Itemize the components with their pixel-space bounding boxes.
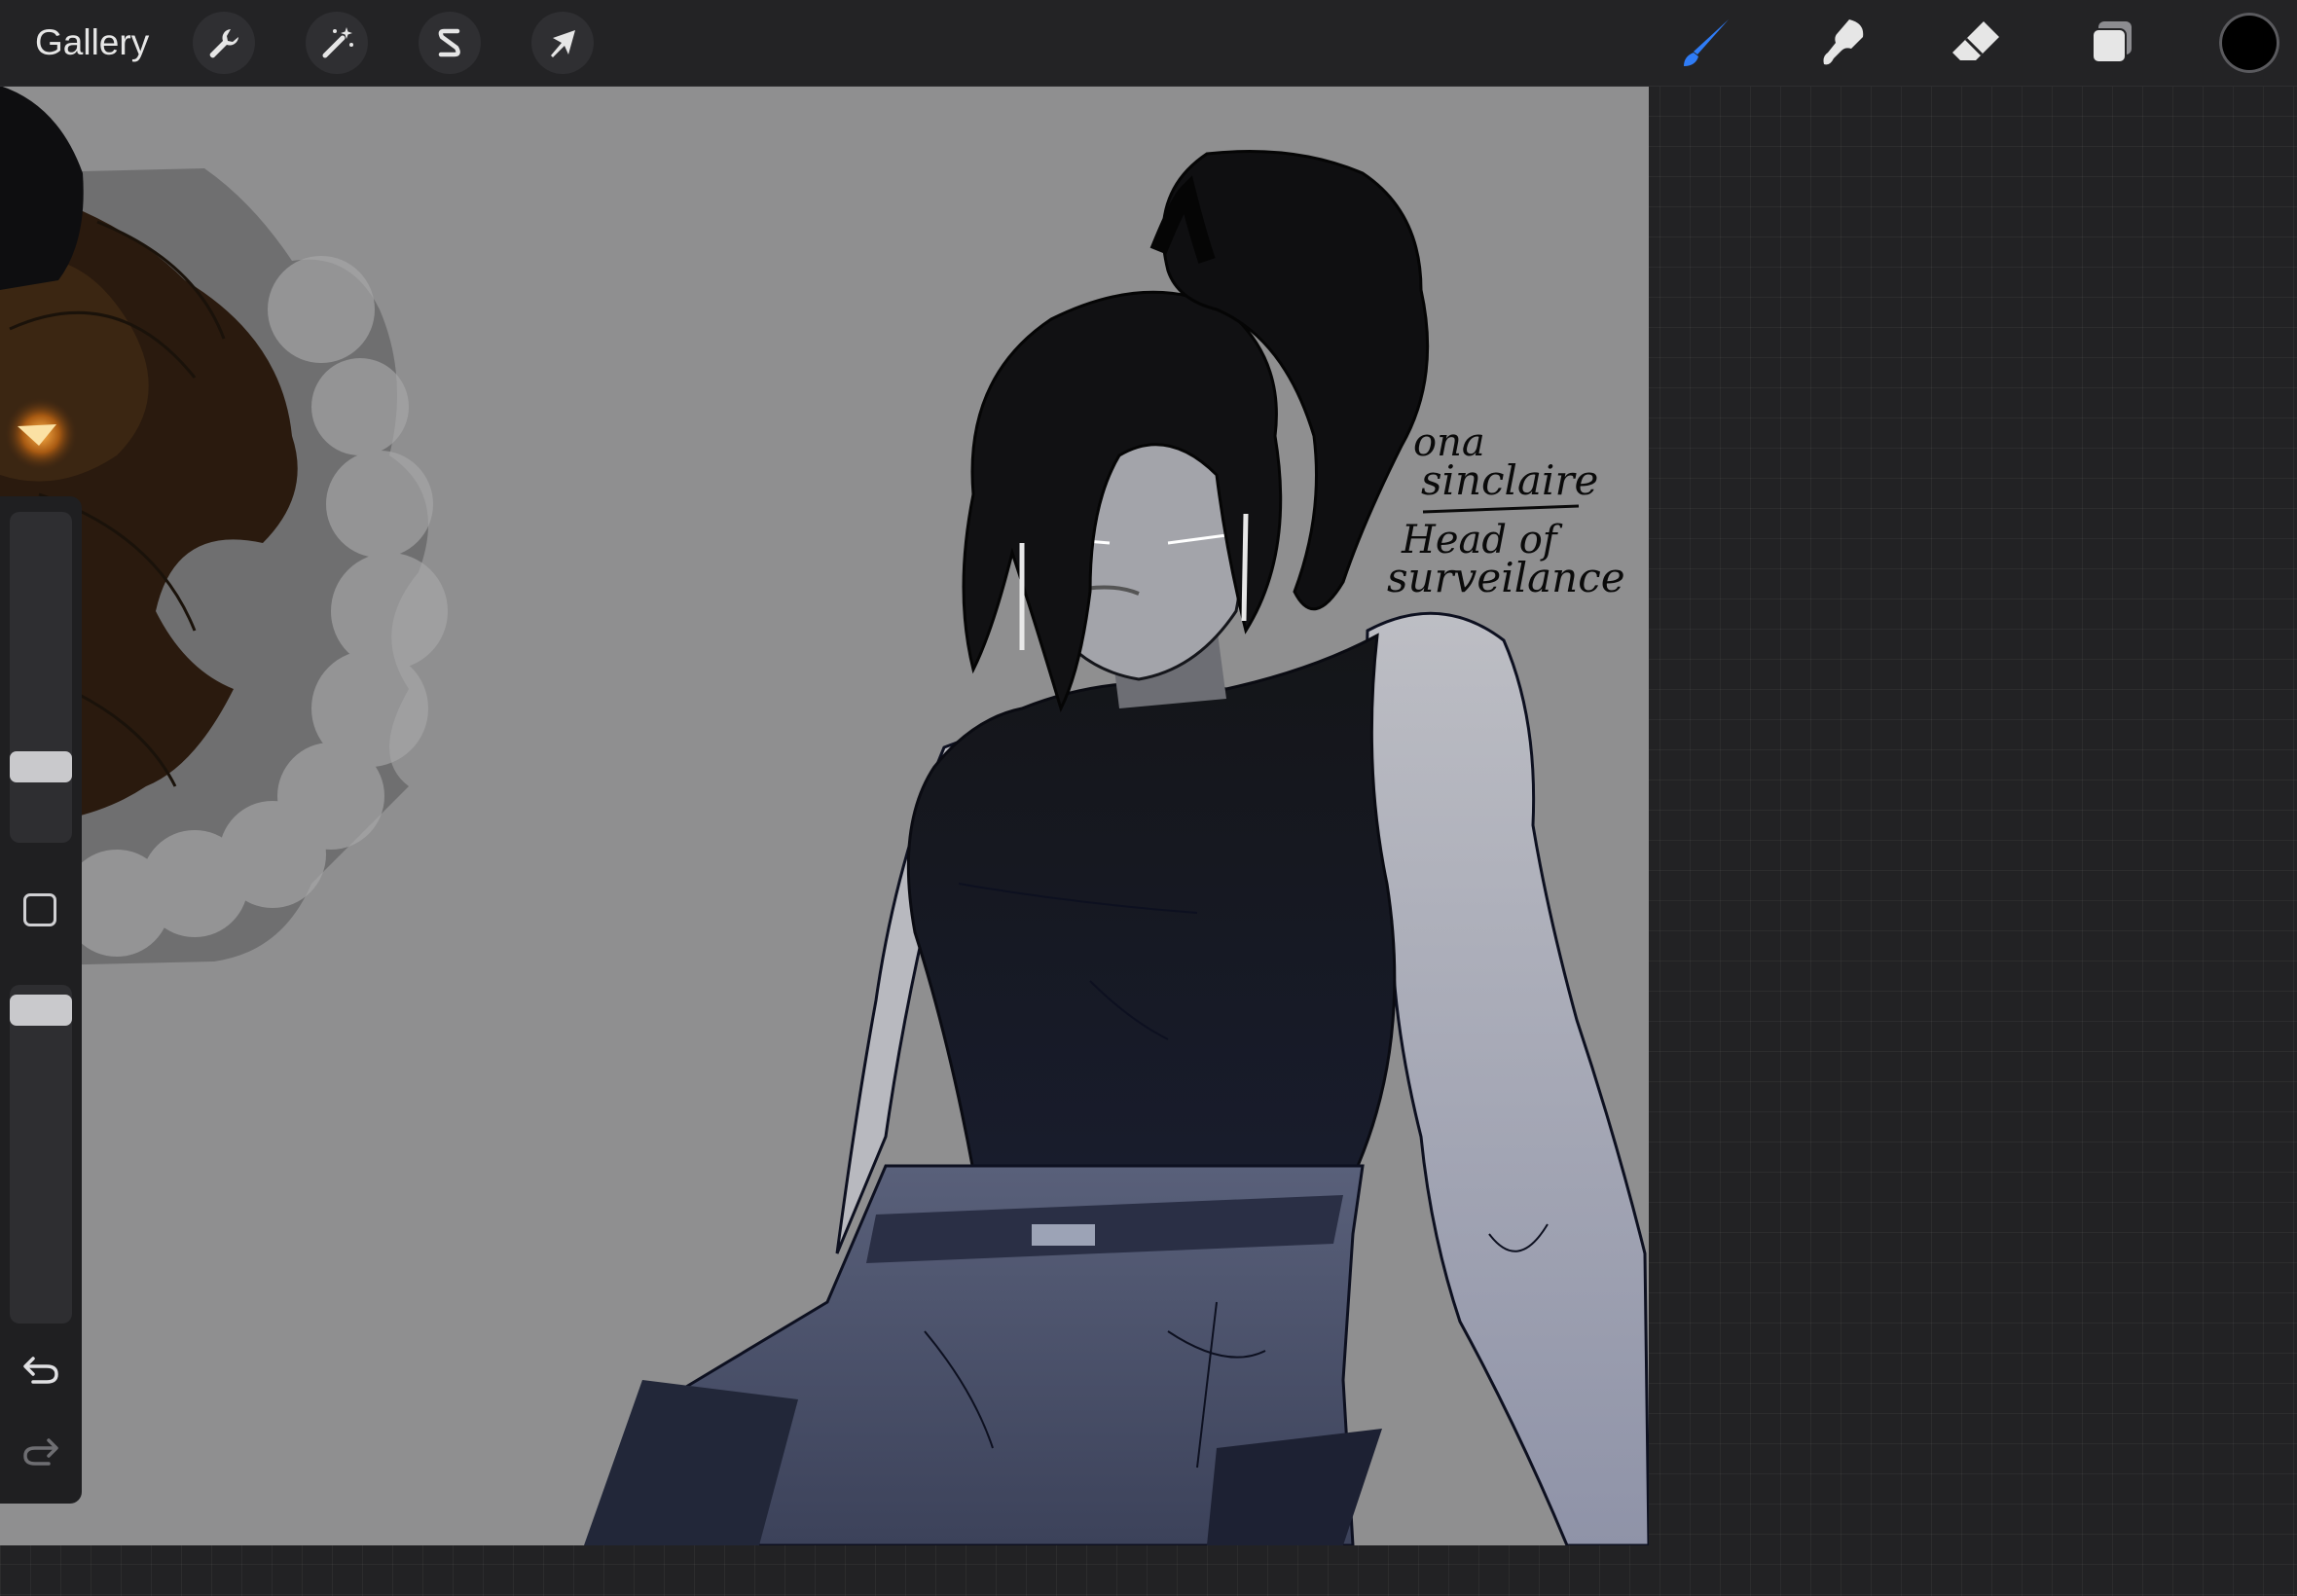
character-annotation: ona sinclaire Head of surveilance [1387, 420, 1625, 601]
brush-tool-button[interactable] [1672, 12, 1742, 74]
wrench-icon [209, 29, 238, 58]
arrow-cursor-icon [551, 30, 575, 57]
left-sidebar [0, 496, 82, 1504]
drawing-canvas[interactable]: ona sinclaire Head of surveilance [0, 86, 1649, 1545]
redo-icon [23, 1438, 58, 1466]
eraser-tool-button[interactable] [1941, 12, 2011, 74]
brush-icon [1684, 19, 1729, 66]
annotation-underline [1422, 504, 1580, 514]
smudge-tool-button[interactable] [1806, 12, 1877, 74]
layers-icon [2092, 21, 2132, 63]
redo-button[interactable] [19, 1431, 62, 1473]
actions-button[interactable] [193, 12, 255, 74]
opacity-slider-thumb[interactable] [10, 995, 72, 1026]
modify-button[interactable] [23, 893, 56, 926]
undo-button[interactable] [19, 1349, 62, 1392]
gallery-button[interactable]: Gallery [35, 19, 149, 66]
opacity-slider[interactable] [10, 985, 72, 1324]
top-toolbar: Gallery [0, 0, 2297, 87]
main-character [584, 150, 1649, 1545]
selection-button[interactable] [419, 12, 481, 74]
eraser-icon [1952, 21, 1999, 60]
smudge-icon [1823, 19, 1864, 65]
adjustments-button[interactable] [306, 12, 368, 74]
magic-wand-icon [322, 27, 353, 58]
brush-size-slider-thumb[interactable] [10, 751, 72, 782]
annotation-role-line2: surveilance [1387, 554, 1625, 601]
selection-s-icon [438, 28, 460, 57]
color-picker-button[interactable] [2219, 13, 2279, 73]
undo-icon [23, 1357, 58, 1384]
transform-button[interactable] [531, 12, 594, 74]
annotation-name-line2: sinclaire [1421, 456, 1598, 504]
layers-button[interactable] [2077, 12, 2147, 74]
artwork: ona sinclaire Head of surveilance [0, 86, 1649, 1545]
brush-size-slider[interactable] [10, 512, 72, 843]
